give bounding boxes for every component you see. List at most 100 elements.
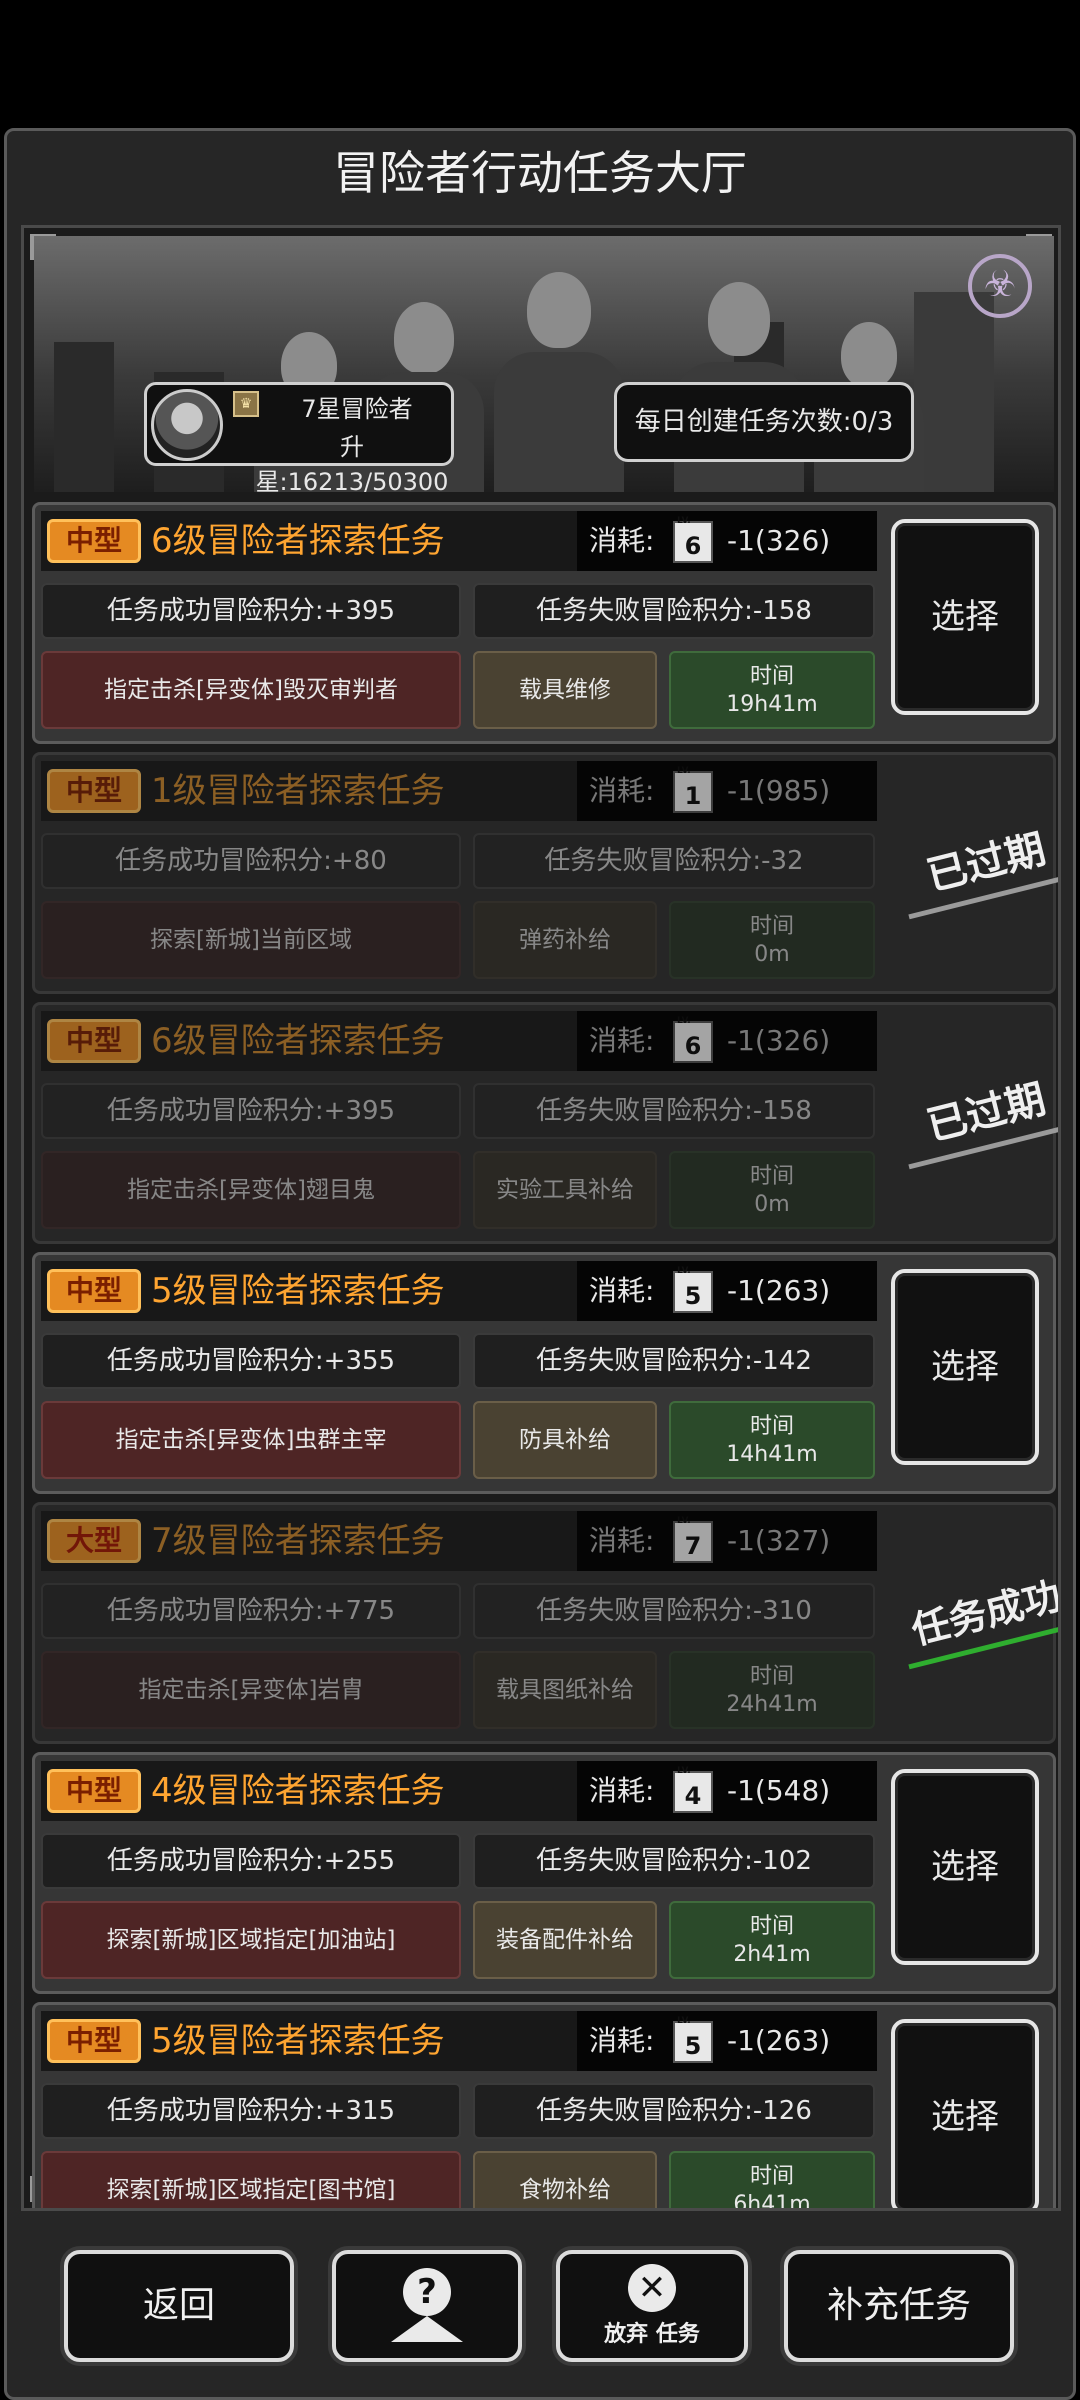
rank-title: 7星冒险者 [301, 395, 413, 423]
task-time: 时间 24h41m [669, 1651, 875, 1729]
time-label: 时间 [749, 1164, 794, 1189]
level-card-icon: 1 [673, 761, 713, 813]
task-header: 大型 7级冒险者探索任务 消耗: 7 -1(327) [41, 1511, 877, 1571]
cost-label: 消耗: [589, 774, 655, 807]
task-reward: 食物补给 [473, 2151, 657, 2208]
daily-create-count: 每日创建任务次数:0/3 [614, 382, 914, 462]
task-time: 时间 14h41m [669, 1401, 875, 1479]
cost-value: -1(263) [727, 2024, 831, 2057]
task-size-tag: 中型 [47, 769, 141, 813]
map-icon [391, 2316, 463, 2342]
cost-value: -1(548) [727, 1774, 831, 1807]
level-card-icon: 7 [673, 1511, 713, 1563]
select-button[interactable]: 选择 [891, 1769, 1039, 1965]
task-title: 4级冒险者探索任务 [151, 1771, 445, 1811]
task-reward: 防具补给 [473, 1401, 657, 1479]
page-title: 冒险者行动任务大厅 [333, 146, 747, 200]
time-label: 时间 [749, 2164, 794, 2189]
crown-icon: ♛ [233, 391, 259, 417]
expired-stamp: 已过期 [893, 812, 1058, 920]
cost-value: -1(263) [727, 1274, 831, 1307]
task-size-tag: 中型 [47, 2019, 141, 2063]
task-time: 时间 19h41m [669, 651, 875, 729]
time-value: 24h41m [726, 1692, 818, 1717]
task-cost: 消耗: 6 -1(326) [577, 1011, 877, 1071]
task-header: 中型 6级冒险者探索任务 消耗: 6 -1(326) [41, 1011, 877, 1071]
task-target: 探索[新城]区域指定[图书馆] [41, 2151, 461, 2208]
task-time: 时间 6h41m [669, 2151, 875, 2211]
fail-points: 任务失败冒险积分:-158 [473, 1083, 875, 1139]
supplement-task-button[interactable]: 补充任务 [784, 2250, 1014, 2362]
task-title: 5级冒险者探索任务 [151, 2021, 445, 2061]
task-size-tag: 中型 [47, 1269, 141, 1313]
task-target: 指定击杀[异变体]翅目鬼 [41, 1151, 461, 1229]
task-time: 时间 0m [669, 901, 875, 979]
success-stamp: 任务成功 [893, 1562, 1058, 1670]
time-label: 时间 [749, 1914, 794, 1939]
time-value: 2h41m [733, 1942, 811, 1967]
time-value: 0m [754, 1192, 790, 1217]
task-target: 指定击杀[异变体]虫群主宰 [41, 1401, 461, 1479]
fail-points: 任务失败冒险积分:-142 [473, 1333, 875, 1389]
mission-hall-panel: 冒险者行动任务大厅 ☣ ♛ 7星冒险者 升星:16213/50300 每日创建任… [4, 128, 1076, 2400]
abandon-task-button[interactable]: ✕ 放弃 任务 [556, 2250, 748, 2362]
task-header: 中型 1级冒险者探索任务 消耗: 1 -1(985) [41, 761, 877, 821]
time-value: 19h41m [726, 692, 818, 717]
select-button[interactable]: 选择 [891, 1269, 1039, 1465]
task-size-tag: 中型 [47, 519, 141, 563]
task-cost: 消耗: 6 -1(326) [577, 511, 877, 571]
task-reward: 装备配件补给 [473, 1901, 657, 1979]
task-card: 中型 5级冒险者探索任务 消耗: 5 -1(263) 任务成功冒险积分:+315… [32, 2002, 1056, 2211]
avatar [151, 389, 223, 461]
cost-label: 消耗: [589, 1024, 655, 1057]
task-title: 7级冒险者探索任务 [151, 1521, 445, 1561]
level-card-icon: 5 [673, 1261, 713, 1313]
task-title: 1级冒险者探索任务 [151, 771, 445, 811]
success-points: 任务成功冒险积分:+395 [41, 1083, 461, 1139]
task-target: 探索[新城]当前区域 [41, 901, 461, 979]
task-time: 时间 0m [669, 1151, 875, 1229]
time-label: 时间 [749, 914, 794, 939]
cost-value: -1(327) [727, 1524, 831, 1557]
task-cost: 消耗: 5 -1(263) [577, 1261, 877, 1321]
task-title: 6级冒险者探索任务 [151, 1021, 445, 1061]
time-value: 0m [754, 942, 790, 967]
task-card: 中型 6级冒险者探索任务 消耗: 6 -1(326) 任务成功冒险积分:+395… [32, 1002, 1058, 1244]
select-button[interactable]: 选择 [891, 519, 1039, 715]
faction-logo-icon: ☣ [968, 254, 1032, 318]
time-value: 6h41m [733, 2192, 811, 2211]
fail-points: 任务失败冒险积分:-32 [473, 833, 875, 889]
mission-area: ☣ ♛ 7星冒险者 升星:16213/50300 每日创建任务次数:0/3 中型… [21, 225, 1061, 2211]
task-cost: 消耗: 7 -1(327) [577, 1511, 877, 1571]
back-button[interactable]: 返回 [64, 2250, 294, 2362]
cost-label: 消耗: [589, 2024, 655, 2057]
expired-stamp: 已过期 [893, 1062, 1058, 1170]
select-button[interactable]: 选择 [891, 2019, 1039, 2208]
level-card-icon: 4 [673, 1761, 713, 1813]
task-reward: 弹药补给 [473, 901, 657, 979]
cost-label: 消耗: [589, 1274, 655, 1307]
task-header: 中型 5级冒险者探索任务 消耗: 5 -1(263) [41, 2011, 877, 2071]
help-button[interactable]: ? [332, 2250, 522, 2362]
success-points: 任务成功冒险积分:+80 [41, 833, 461, 889]
task-header: 中型 6级冒险者探索任务 消耗: 6 -1(326) [41, 511, 877, 571]
task-header: 中型 5级冒险者探索任务 消耗: 5 -1(263) [41, 1261, 877, 1321]
success-points: 任务成功冒险积分:+395 [41, 583, 461, 639]
time-value: 14h41m [726, 1442, 818, 1467]
fail-points: 任务失败冒险积分:-126 [473, 2083, 875, 2139]
task-cost: 消耗: 4 -1(548) [577, 1761, 877, 1821]
rank-panel: ♛ 7星冒险者 升星:16213/50300 [144, 382, 454, 492]
rank-progress: 升星:16213/50300 [255, 433, 449, 492]
success-points: 任务成功冒险积分:+355 [41, 1333, 461, 1389]
task-target: 探索[新城]区域指定[加油站] [41, 1901, 461, 1979]
cost-label: 消耗: [589, 1774, 655, 1807]
task-reward: 实验工具补给 [473, 1151, 657, 1229]
task-header: 中型 4级冒险者探索任务 消耗: 4 -1(548) [41, 1761, 877, 1821]
fail-points: 任务失败冒险积分:-102 [473, 1833, 875, 1889]
fail-points: 任务失败冒险积分:-310 [473, 1583, 875, 1639]
level-card-icon: 5 [673, 2011, 713, 2063]
task-time: 时间 2h41m [669, 1901, 875, 1979]
task-size-tag: 大型 [47, 1519, 141, 1563]
cost-value: -1(326) [727, 524, 831, 557]
task-card: 中型 6级冒险者探索任务 消耗: 6 -1(326) 任务成功冒险积分:+395… [32, 502, 1056, 744]
